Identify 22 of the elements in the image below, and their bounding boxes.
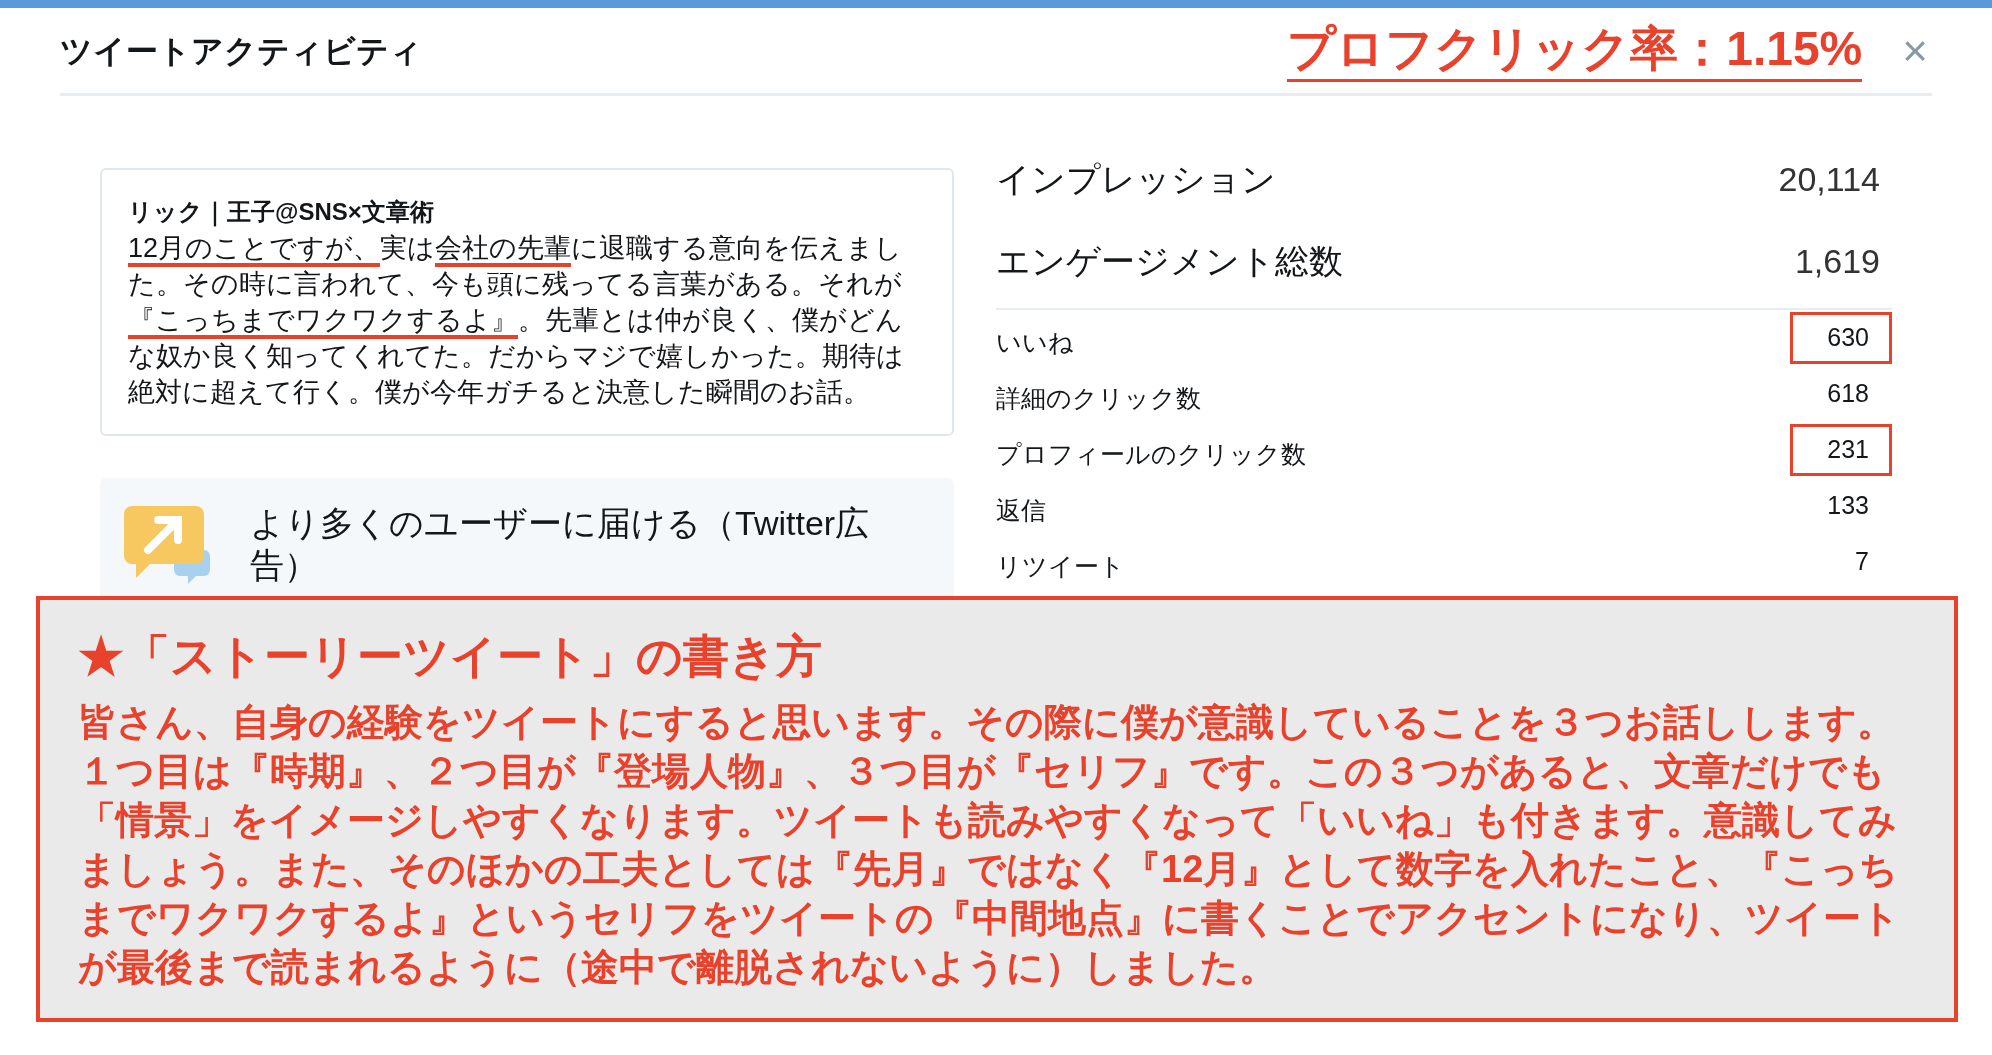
metric-label: 詳細のクリック数 [996,383,1202,415]
metric-value: 20,114 [1778,158,1881,200]
close-button[interactable]: × [1902,28,1928,73]
dialog-title: ツイートアクティビティ [60,31,422,71]
tweet-text: 12月のことですが、実は会社の先輩に退職する意向を伝えました。その時に言われて、今も頭に残ってる言葉がある。それが 『こっちまでワクワクするよ』。先輩とは仲が良く、僕がどんな奴か良く知ってくれてた。だからマジで嬉しかった。期待は絶対に超えて行く。僕が今年ガチると決意した瞬間のお話。 [128,232,905,409]
metric-label: いいね [996,327,1075,359]
metric-label: 返信 [996,495,1047,527]
metric-label: インプレッション [996,158,1277,200]
metric-value: 618 [1826,378,1870,410]
promo-title: より多くのユーザーに届ける（Twitter広告） [250,503,871,586]
metric-value: 7 [1854,546,1870,578]
metric-label: エンゲージメント総数 [996,240,1344,282]
annotation-text: プロフクリック率：1.15% [1287,19,1863,82]
metric-value: 630 [1790,312,1892,364]
note-body: 皆さん、自身の経験をツイートにすると思います。その際に僕が意識していることを３つお話しします。１つ目は『時期』、２つ目が『登場人物』、３つ目が『セリフ』です。この３つがあると、文章だけでも「情景」をイメージしやすくなります。ツイートも読みやすくなって「いいね」も付きます。意識してみましょう。また、そのほかの工夫としては『先月』ではなく『12月』として数字を入れたこと、『こっちまでワクワクするよ』というセリフをツイートの『中間地点』に書くことでアクセントになり、ツイートが最後まで読まれるように（途中で離脱されないように）しました。 [78,699,1901,990]
tweet-author: リック｜王子@SNS×文章術 [128,197,435,229]
metric-value: 1,619 [1794,240,1881,282]
metric-label: プロフィールのクリック数 [996,439,1307,471]
note-title: ★「ストーリーツイート」の書き方 [78,629,823,684]
metric-label: リツイート [996,551,1126,583]
metric-value: 231 [1790,424,1892,476]
metric-value: 133 [1826,490,1870,522]
